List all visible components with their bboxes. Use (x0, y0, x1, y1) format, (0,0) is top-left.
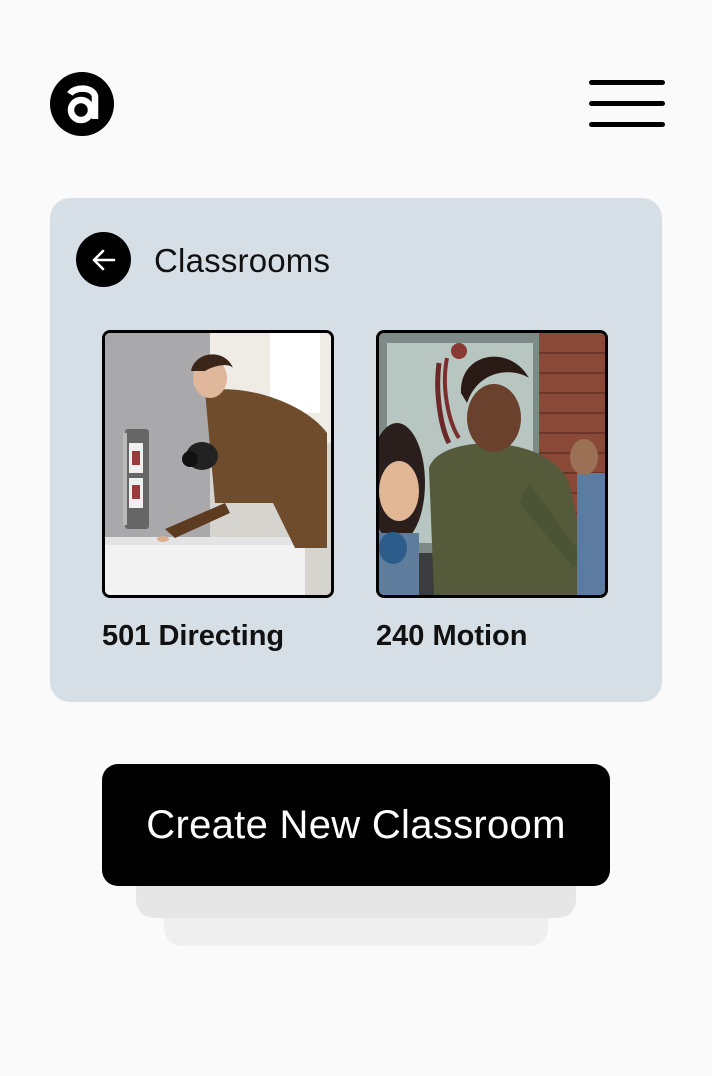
create-classroom-label: Create New Classroom (146, 802, 566, 847)
back-button[interactable] (76, 232, 131, 287)
create-classroom-button[interactable]: Create New Classroom (102, 764, 610, 886)
panel-title: Classrooms (154, 242, 331, 279)
classroom-label: 240 Motion (376, 620, 528, 652)
classrooms-panel: Classrooms 501 Directing 240 Motion (50, 198, 662, 702)
classroom-photo (102, 330, 334, 598)
classroom-label: 501 Directing (102, 620, 285, 652)
app-screen: Classrooms 501 Directing 240 Motion Crea… (0, 0, 712, 1076)
hamburger-menu-icon (589, 80, 665, 85)
classroom-photo (376, 330, 608, 598)
arrow-left-icon (92, 249, 115, 270)
menu-button[interactable] (586, 78, 668, 130)
menu-bar-middle (589, 101, 665, 106)
classroom-card[interactable]: 501 Directing (102, 330, 334, 653)
menu-bar-bottom (589, 122, 665, 127)
classroom-card[interactable]: 240 Motion (376, 330, 608, 653)
logo-icon[interactable] (50, 72, 114, 136)
